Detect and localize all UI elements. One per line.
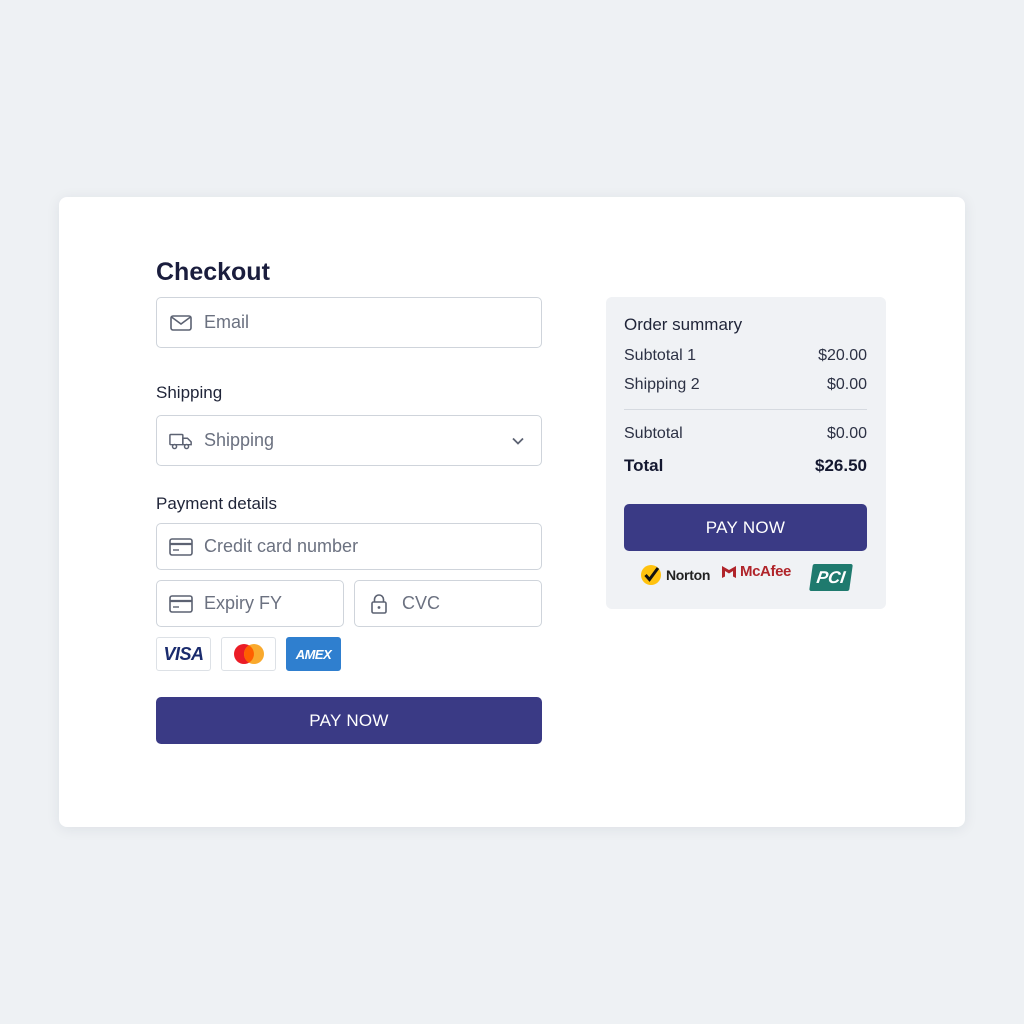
pci-badge: PCI: [809, 564, 853, 591]
mastercard-logo: [221, 637, 276, 671]
mail-icon: [169, 311, 193, 335]
summary-pay-now-button[interactable]: PAY NOW: [624, 504, 867, 551]
summary-row-value: $0.00: [826, 376, 867, 393]
shipping-select[interactable]: Shipping: [156, 415, 542, 466]
page-title: Checkout: [156, 258, 270, 286]
expiry-placeholder: Expiry FY: [204, 593, 283, 613]
pay-now-button[interactable]: PAY NOW: [156, 697, 542, 744]
credit-card-icon: [169, 535, 193, 559]
summary-row-label: Shipping 2: [624, 376, 700, 393]
order-summary-title: Order summary: [624, 315, 743, 334]
cvc-field[interactable]: CVC: [354, 580, 542, 627]
norton-badge: Norton: [639, 563, 710, 587]
total-value: $26.50: [815, 456, 867, 475]
shipping-placeholder: Shipping: [204, 430, 275, 450]
summary-row-label: Subtotal: [624, 425, 683, 442]
summary-divider: [624, 409, 867, 410]
cvc-placeholder: CVC: [402, 593, 441, 613]
chevron-down-icon: [511, 432, 525, 453]
total-label: Total: [624, 456, 664, 475]
card-number-field[interactable]: Credit card number: [156, 523, 542, 570]
card-number-placeholder: Credit card number: [204, 536, 359, 556]
summary-row: Shipping 2 $0.00: [624, 376, 867, 394]
summary-row: Subtotal $0.00: [624, 425, 867, 443]
credit-card-icon: [169, 592, 193, 616]
summary-total-row: Total $26.50: [624, 456, 867, 476]
expiry-field[interactable]: Expiry FY: [156, 580, 344, 627]
summary-row-label: Subtotal 1: [624, 347, 697, 364]
truck-icon: [169, 429, 193, 453]
shipping-label: Shipping: [156, 383, 223, 402]
summary-row: Subtotal 1 $20.00: [624, 347, 867, 365]
summary-row-value: $20.00: [818, 347, 867, 364]
amex-logo: AMEX: [286, 637, 341, 671]
mcafee-badge: McAfee: [721, 563, 791, 580]
lock-icon: [367, 592, 391, 616]
visa-logo: VISA: [156, 637, 211, 671]
payment-details-label: Payment details: [156, 494, 277, 513]
email-field[interactable]: Email: [156, 297, 542, 348]
email-placeholder: Email: [204, 312, 250, 332]
summary-row-value: $0.00: [826, 425, 867, 442]
